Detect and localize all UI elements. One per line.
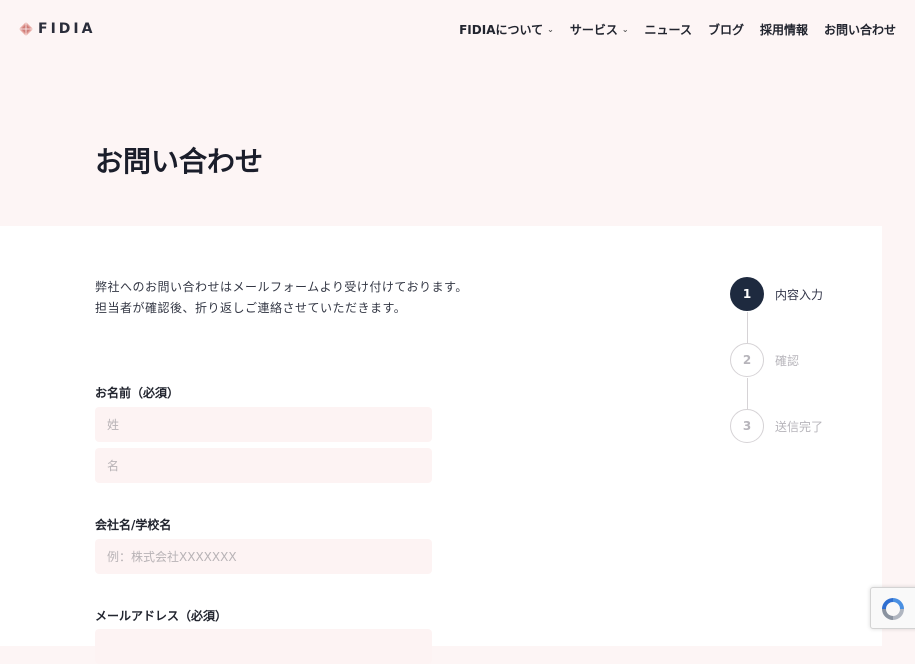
nav-item-recruit[interactable]: 採用情報 bbox=[760, 21, 808, 38]
step-2: 2 確認 bbox=[730, 343, 799, 377]
step-3: 3 送信完了 bbox=[730, 409, 823, 443]
nav-item-about[interactable]: FIDIAについて ⌄ bbox=[459, 21, 554, 38]
step-connector bbox=[747, 312, 748, 343]
nav-item-news[interactable]: ニュース bbox=[645, 21, 692, 38]
nav-item-contact[interactable]: お問い合わせ bbox=[824, 21, 896, 38]
step-connector bbox=[747, 378, 748, 409]
step-number: 2 bbox=[730, 343, 764, 377]
intro-line-1: 弊社へのお問い合わせはメールフォームより受け付けております。 bbox=[95, 280, 468, 294]
nav-item-services[interactable]: サービス ⌄ bbox=[570, 21, 629, 38]
nav-item-label: ニュース bbox=[644, 23, 692, 37]
name-label: お名前（必須） bbox=[95, 386, 180, 400]
recaptcha-icon bbox=[882, 598, 904, 620]
nav-item-label: FIDIAについて bbox=[459, 23, 544, 37]
logo[interactable]: FIDIA bbox=[19, 21, 95, 37]
nav-item-label: サービス bbox=[569, 23, 618, 37]
chevron-down-icon: ⌄ bbox=[621, 25, 629, 34]
nav-item-label: ブログ bbox=[707, 23, 744, 37]
recaptcha-badge[interactable] bbox=[870, 587, 915, 629]
email-input[interactable] bbox=[95, 629, 432, 664]
logo-text: FIDIA bbox=[38, 21, 96, 37]
last-name-input[interactable] bbox=[95, 407, 432, 442]
step-number: 3 bbox=[730, 409, 764, 443]
nav-item-label: お問い合わせ bbox=[823, 23, 896, 37]
first-name-input[interactable] bbox=[95, 448, 432, 483]
page-title: お問い合わせ bbox=[95, 145, 264, 178]
step-label: 送信完了 bbox=[775, 419, 824, 434]
step-1: 1 内容入力 bbox=[730, 277, 823, 311]
chevron-down-icon: ⌄ bbox=[547, 25, 554, 34]
nav-item-label: 採用情報 bbox=[759, 23, 808, 37]
intro-line-2: 担当者が確認後、折り返しご連絡させていただきます。 bbox=[95, 301, 407, 315]
step-label: 確認 bbox=[775, 353, 800, 368]
main-nav: FIDIAについて ⌄ サービス ⌄ ニュース ブログ 採用情報 お問い合わせ bbox=[459, 21, 896, 38]
intro-text: 弊社へのお問い合わせはメールフォームより受け付けております。 担当者が確認後、折… bbox=[95, 277, 468, 319]
company-input[interactable] bbox=[95, 539, 432, 574]
step-number: 1 bbox=[730, 277, 764, 311]
logo-diamond-icon bbox=[19, 22, 33, 36]
email-label: メールアドレス（必須） bbox=[95, 609, 228, 623]
nav-item-blog[interactable]: ブログ bbox=[708, 21, 744, 38]
site-header: FIDIA FIDIAについて ⌄ サービス ⌄ ニュース ブログ 採用情報 お… bbox=[0, 0, 915, 60]
company-label: 会社名/学校名 bbox=[95, 518, 172, 532]
step-label: 内容入力 bbox=[775, 287, 824, 302]
